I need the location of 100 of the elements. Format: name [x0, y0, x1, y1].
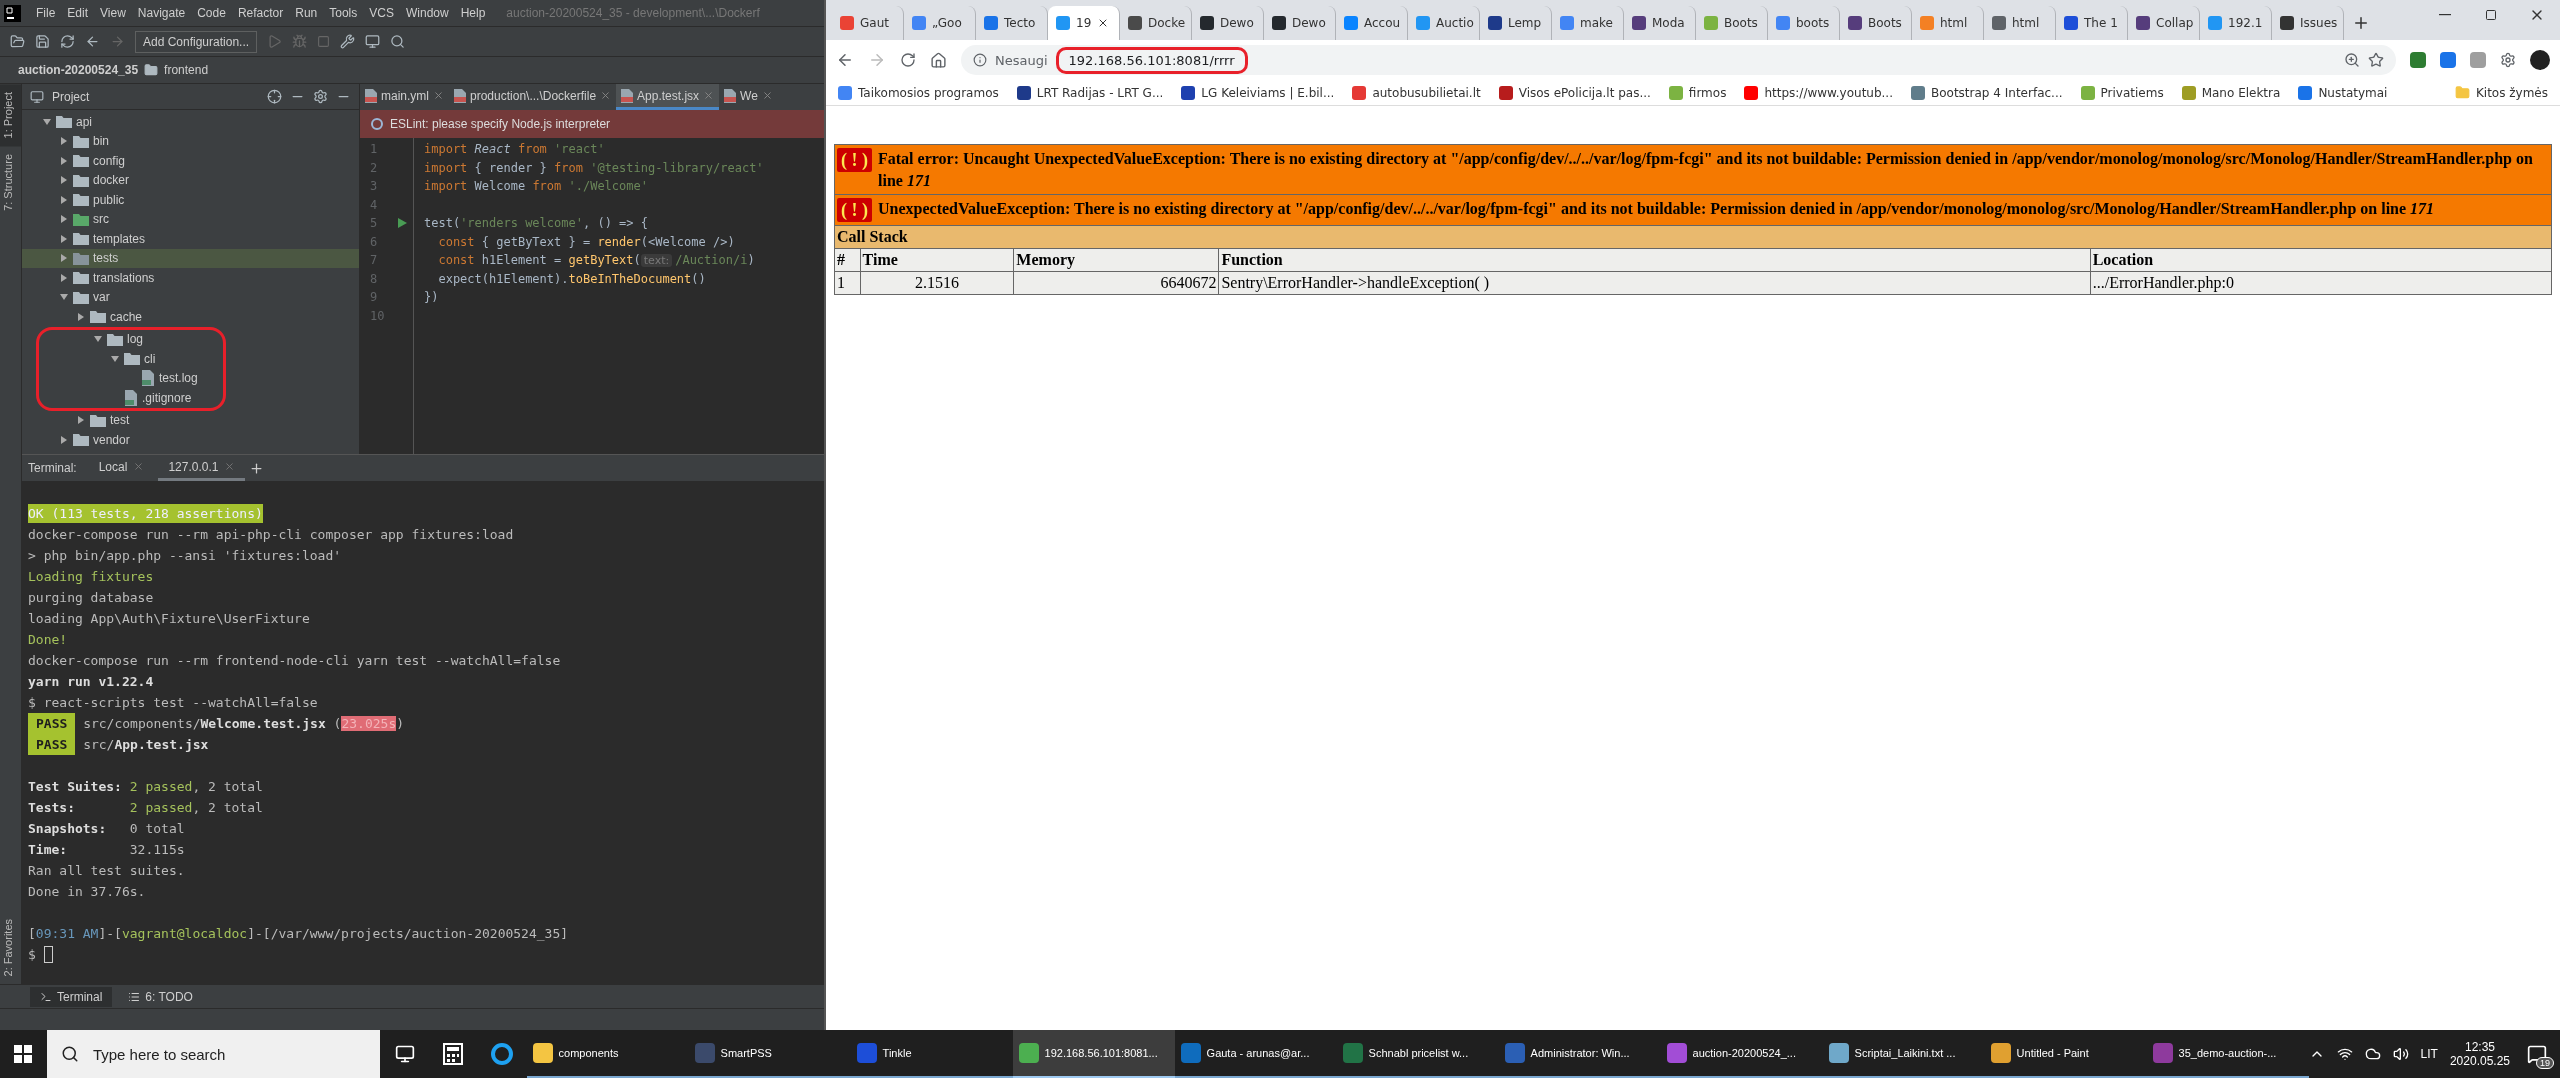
tree-item[interactable]: .gitignore [39, 388, 223, 408]
taskbar-window[interactable]: Schnabl pricelist w... [1336, 1030, 1499, 1078]
menu-item[interactable]: Code [192, 4, 231, 22]
address-bar[interactable]: Nesaugi 192.168.56.101:8081/rrrr [961, 45, 2396, 75]
home-icon[interactable] [930, 51, 947, 69]
menu-item[interactable]: Help [455, 4, 491, 22]
bookmark-label[interactable]: firmos [1688, 85, 1727, 100]
bookmark[interactable]: firmos [1668, 85, 1727, 100]
locate-icon[interactable] [267, 89, 282, 104]
menu-item[interactable]: View [95, 4, 131, 22]
info-icon[interactable] [973, 53, 987, 67]
editor-tab[interactable]: main.yml [360, 84, 449, 110]
collapsed-arrow-icon[interactable] [59, 253, 69, 264]
open-folder-icon[interactable] [10, 34, 25, 49]
taskbar-window[interactable]: Scriptai_Laikini.txt ... [1822, 1030, 1985, 1078]
tool-window-tab[interactable]: 6: TODO [118, 986, 203, 1007]
tree-item[interactable]: test.log [39, 368, 223, 388]
tree-item[interactable]: test [22, 410, 359, 430]
clock[interactable]: 12:35 2020.05.25 [2449, 1040, 2510, 1068]
star-icon[interactable] [2368, 52, 2384, 68]
tree-item[interactable]: vendor [22, 430, 359, 450]
tree-item[interactable]: docker [22, 170, 359, 190]
menu-item[interactable]: Run [290, 4, 323, 22]
language-indicator[interactable]: LIT [2420, 1047, 2438, 1061]
bookmark-label[interactable]: Kitos žymės [2475, 85, 2548, 100]
tree-item[interactable]: public [22, 190, 359, 210]
run-icon[interactable] [398, 218, 407, 229]
bookmark[interactable]: Nustatymai [2298, 85, 2388, 100]
back-icon[interactable] [85, 34, 100, 49]
collapsed-arrow-icon[interactable] [59, 136, 69, 147]
collapsed-arrow-icon[interactable] [59, 175, 69, 186]
notifications-button[interactable]: 19 [2522, 1039, 2552, 1069]
menu-item[interactable]: File [31, 4, 61, 22]
side-tab[interactable]: 7: Structure [0, 146, 21, 220]
menu-item[interactable]: Window [400, 4, 454, 22]
settings-icon[interactable] [313, 89, 328, 104]
expanded-arrow-icon[interactable] [42, 116, 52, 127]
address-url[interactable]: 192.168.56.101:8081/rrrr [1055, 46, 1248, 74]
taskbar-window[interactable]: auction-20200524_... [1660, 1030, 1823, 1078]
bookmark[interactable]: Mano Elektra [2181, 85, 2281, 100]
tree-item[interactable]: log [39, 329, 223, 349]
menu-item[interactable]: Refactor [232, 4, 289, 22]
bookmark-label[interactable]: Privatiems [2100, 85, 2164, 100]
collapsed-arrow-icon[interactable] [76, 311, 86, 322]
search-icon[interactable] [390, 34, 406, 49]
settings-icon[interactable] [2500, 52, 2516, 68]
volume-icon[interactable] [2392, 1046, 2409, 1062]
tree-item[interactable]: src [22, 209, 359, 229]
tree-item[interactable]: cli [39, 349, 223, 369]
avatar-icon[interactable] [2530, 50, 2550, 70]
taskbar-window[interactable]: 192.168.56.101:8081... [1012, 1030, 1175, 1078]
monitor-icon[interactable] [365, 34, 381, 49]
breadcrumb-item[interactable]: auction-20200524_35 [18, 63, 139, 77]
reload-icon[interactable] [900, 52, 916, 68]
side-tab[interactable]: 2: Favorites [0, 910, 21, 984]
tree-item[interactable]: config [22, 151, 359, 171]
tree-item[interactable]: cache [22, 307, 359, 327]
breadcrumb-item[interactable]: frontend [164, 63, 209, 77]
tree-item[interactable]: var [22, 287, 359, 307]
taskbar-window[interactable]: Tinkle [850, 1030, 1013, 1078]
browser-tab[interactable]: 19 [1048, 6, 1120, 40]
collapsed-arrow-icon[interactable] [59, 434, 69, 445]
panel-title[interactable]: Project [52, 89, 259, 104]
collapsed-arrow-icon[interactable] [59, 194, 69, 205]
extension-icon[interactable] [2440, 52, 2456, 68]
save-icon[interactable] [35, 34, 50, 49]
editor-tab[interactable]: App.test.jsx [616, 84, 720, 110]
collapsed-arrow-icon[interactable] [59, 233, 69, 244]
tree-item[interactable]: api [22, 112, 359, 132]
taskbar-window[interactable]: Administrator: Win... [1498, 1030, 1661, 1078]
bookmark-folder[interactable]: Kitos žymės [2454, 85, 2548, 100]
bookmark-label[interactable]: Mano Elektra [2201, 85, 2281, 100]
bookmark[interactable]: Privatiems [2080, 85, 2164, 100]
tree-item[interactable]: tests [22, 248, 359, 268]
extension-icon[interactable] [2410, 52, 2426, 68]
collapsed-arrow-icon[interactable] [59, 272, 69, 283]
search-field[interactable]: Type here to search [46, 1030, 381, 1078]
session-tab[interactable]: Local [88, 455, 155, 481]
tree-item[interactable]: bin [22, 131, 359, 151]
bookmark-label[interactable]: autobusubilietai.lt [1372, 85, 1481, 100]
bookmark-label[interactable]: Nustatymai [2318, 85, 2388, 100]
tool-window-tab[interactable]: Terminal [30, 986, 113, 1007]
taskbar-window[interactable]: SmartPSS [688, 1030, 851, 1078]
taskbar-window[interactable]: Gauta - arunas@ar... [1174, 1030, 1337, 1078]
menu-item[interactable]: VCS [364, 4, 399, 22]
back-icon[interactable] [836, 51, 854, 69]
collapsed-arrow-icon[interactable] [76, 415, 86, 426]
editor-tab[interactable]: We [719, 84, 778, 110]
expanded-arrow-icon[interactable] [110, 353, 120, 364]
session-tab[interactable]: 127.0.0.1 [158, 455, 246, 481]
run-configuration-button[interactable]: Add Configuration... [135, 30, 258, 53]
network-icon[interactable] [2336, 1046, 2353, 1062]
cloud-icon[interactable] [2364, 1046, 2381, 1062]
tree-item[interactable]: templates [22, 229, 359, 249]
add-icon[interactable] [249, 460, 265, 476]
tree-item[interactable]: translations [22, 268, 359, 288]
collapsed-arrow-icon[interactable] [59, 214, 69, 225]
sync-icon[interactable] [60, 34, 75, 49]
taskbar-window[interactable]: components [526, 1030, 689, 1078]
taskbar-window[interactable]: Untitled - Paint [1984, 1030, 2147, 1078]
